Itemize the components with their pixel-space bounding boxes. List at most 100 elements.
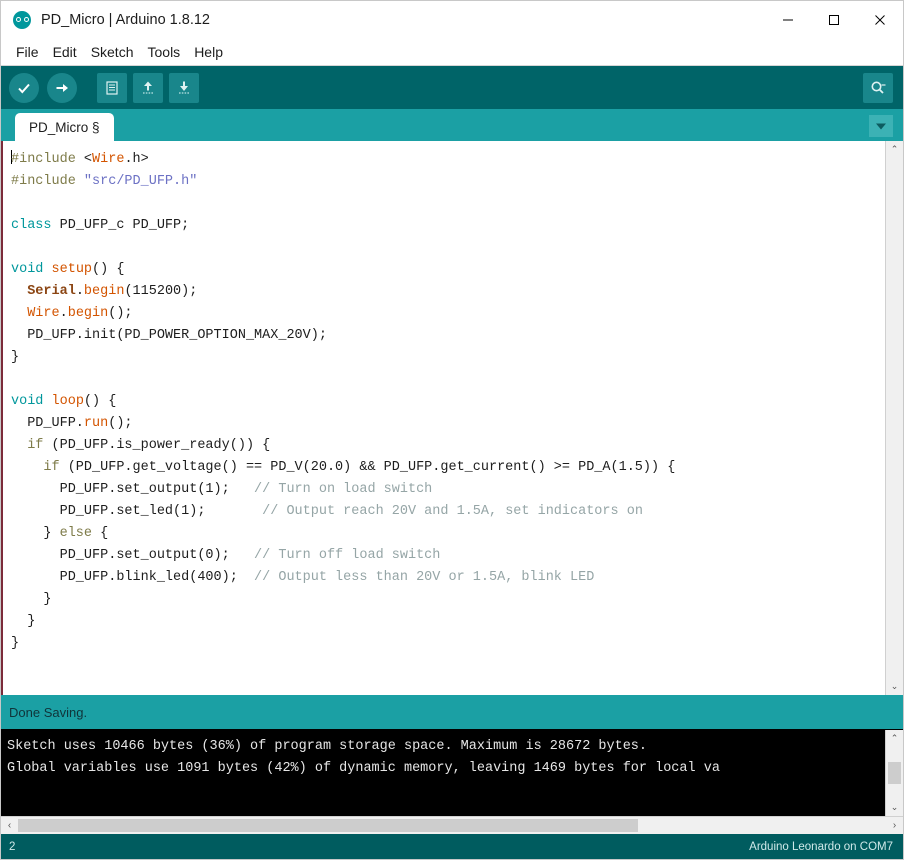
code-token: else xyxy=(59,526,93,541)
code-token: begin xyxy=(67,306,109,321)
chevron-down-icon xyxy=(876,123,886,130)
code-token: . xyxy=(75,284,84,299)
checkmark-icon xyxy=(18,83,30,93)
code-token: PD_UFP.set_output(0); xyxy=(11,548,255,563)
console-line: Global variables use 1091 bytes (42%) of… xyxy=(7,761,720,776)
scroll-down-arrow-icon[interactable]: ⌄ xyxy=(886,678,903,695)
scroll-right-arrow-icon[interactable]: › xyxy=(886,817,903,834)
code-line: if (PD_UFP.get_voltage() == PD_V(20.0) &… xyxy=(11,457,885,479)
editor-scroll-thumb[interactable] xyxy=(888,158,901,678)
code-line: #include <Wire.h> xyxy=(11,149,885,171)
new-sketch-button[interactable] xyxy=(97,72,127,103)
code-token: PD_UFP.set_led(1); xyxy=(11,504,263,519)
tab-pd-micro[interactable]: PD_Micro § xyxy=(15,113,114,141)
code-token: void xyxy=(11,394,44,409)
minimize-button[interactable] xyxy=(765,1,811,39)
code-token: } xyxy=(11,636,20,651)
code-line: } xyxy=(11,633,885,655)
code-line: if (PD_UFP.is_power_ready()) { xyxy=(11,435,885,457)
menu-item-edit[interactable]: Edit xyxy=(46,42,84,62)
magnifier-icon xyxy=(871,81,886,94)
serial-monitor-button[interactable] xyxy=(863,72,893,103)
close-button[interactable] xyxy=(857,1,903,39)
menu-item-help[interactable]: Help xyxy=(187,42,230,62)
line-number-indicator: 2 xyxy=(9,840,16,853)
code-token: // Output less than 20V or 1.5A, blink L… xyxy=(254,570,595,585)
code-line: #include "src/PD_UFP.h" xyxy=(11,171,885,193)
hscroll-track[interactable] xyxy=(18,817,886,834)
code-token: (115200); xyxy=(124,284,198,299)
code-token: () { xyxy=(92,262,125,277)
verify-button[interactable] xyxy=(9,72,39,103)
console-vertical-scrollbar[interactable]: ⌃ ⌄ xyxy=(885,730,903,816)
editor-vertical-scrollbar[interactable]: ⌃ ⌄ xyxy=(885,141,903,695)
code-line: } xyxy=(11,611,885,633)
window-title: PD_Micro | Arduino 1.8.12 xyxy=(41,12,210,28)
code-line: PD_UFP.blink_led(400); // Output less th… xyxy=(11,567,885,589)
code-line: PD_UFP.set_output(0); // Turn off load s… xyxy=(11,545,885,567)
code-token: . xyxy=(59,306,68,321)
code-token: "src/PD_UFP.h" xyxy=(83,174,198,189)
code-line: PD_UFP.set_led(1); // Output reach 20V a… xyxy=(11,501,885,523)
maximize-icon xyxy=(829,15,839,25)
menu-item-file[interactable]: File xyxy=(9,42,46,62)
code-line: PD_UFP.run(); xyxy=(11,413,885,435)
code-token: } xyxy=(11,526,60,541)
new-file-icon xyxy=(106,80,118,95)
code-token: if xyxy=(27,438,44,453)
editor-area: #include <Wire.h> #include "src/PD_UFP.h"… xyxy=(1,141,903,695)
open-sketch-button[interactable] xyxy=(133,72,163,103)
close-icon xyxy=(875,15,885,25)
console-scroll-up-arrow-icon[interactable]: ⌃ xyxy=(886,730,903,747)
code-token: Serial xyxy=(27,284,76,299)
console-output[interactable]: Sketch uses 10466 bytes (36%) of program… xyxy=(1,730,885,816)
menu-item-tools[interactable]: Tools xyxy=(141,42,188,62)
scroll-up-arrow-icon[interactable]: ⌃ xyxy=(886,141,903,158)
code-token: loop xyxy=(51,394,84,409)
arduino-ide-window: PD_Micro | Arduino 1.8.12 File Edit Sket… xyxy=(0,0,904,860)
code-token: void xyxy=(11,262,44,277)
maximize-button[interactable] xyxy=(811,1,857,39)
console-horizontal-scrollbar[interactable]: ‹ › xyxy=(1,816,903,834)
tab-bar: PD_Micro § xyxy=(1,109,903,141)
code-token: // Output reach 20V and 1.5A, set indica… xyxy=(262,504,643,519)
code-token: Wire xyxy=(27,306,60,321)
console-scroll-down-arrow-icon[interactable]: ⌄ xyxy=(886,799,903,816)
code-token: Wire xyxy=(92,152,125,167)
scroll-left-arrow-icon[interactable]: ‹ xyxy=(1,817,18,834)
code-token: (); xyxy=(108,306,133,321)
tab-menu-button[interactable] xyxy=(869,115,893,137)
title-bar: PD_Micro | Arduino 1.8.12 xyxy=(1,1,903,39)
menu-bar: File Edit Sketch Tools Help xyxy=(1,39,903,66)
hscroll-thumb[interactable] xyxy=(18,819,638,832)
code-token: (); xyxy=(108,416,133,431)
code-token: class xyxy=(11,218,52,233)
window-controls xyxy=(765,1,903,39)
console-scroll-track[interactable] xyxy=(888,747,901,799)
code-token: begin xyxy=(83,284,125,299)
save-sketch-button[interactable] xyxy=(169,72,199,103)
upload-button[interactable] xyxy=(47,72,77,103)
code-token: PD_UFP. xyxy=(11,416,84,431)
code-token: () { xyxy=(83,394,117,409)
code-line: Wire.begin(); xyxy=(11,303,885,325)
code-token: if xyxy=(43,460,60,475)
code-token: run xyxy=(83,416,109,431)
console-scroll-thumb[interactable] xyxy=(888,762,901,784)
menu-item-sketch[interactable]: Sketch xyxy=(84,42,141,62)
code-token: } xyxy=(11,614,36,629)
code-editor[interactable]: #include <Wire.h> #include "src/PD_UFP.h"… xyxy=(3,141,885,695)
code-token: { xyxy=(92,526,109,541)
code-token: } xyxy=(11,350,20,365)
arrow-right-icon xyxy=(56,83,68,92)
code-line: } xyxy=(11,347,885,369)
code-line: void setup() { xyxy=(11,259,885,281)
